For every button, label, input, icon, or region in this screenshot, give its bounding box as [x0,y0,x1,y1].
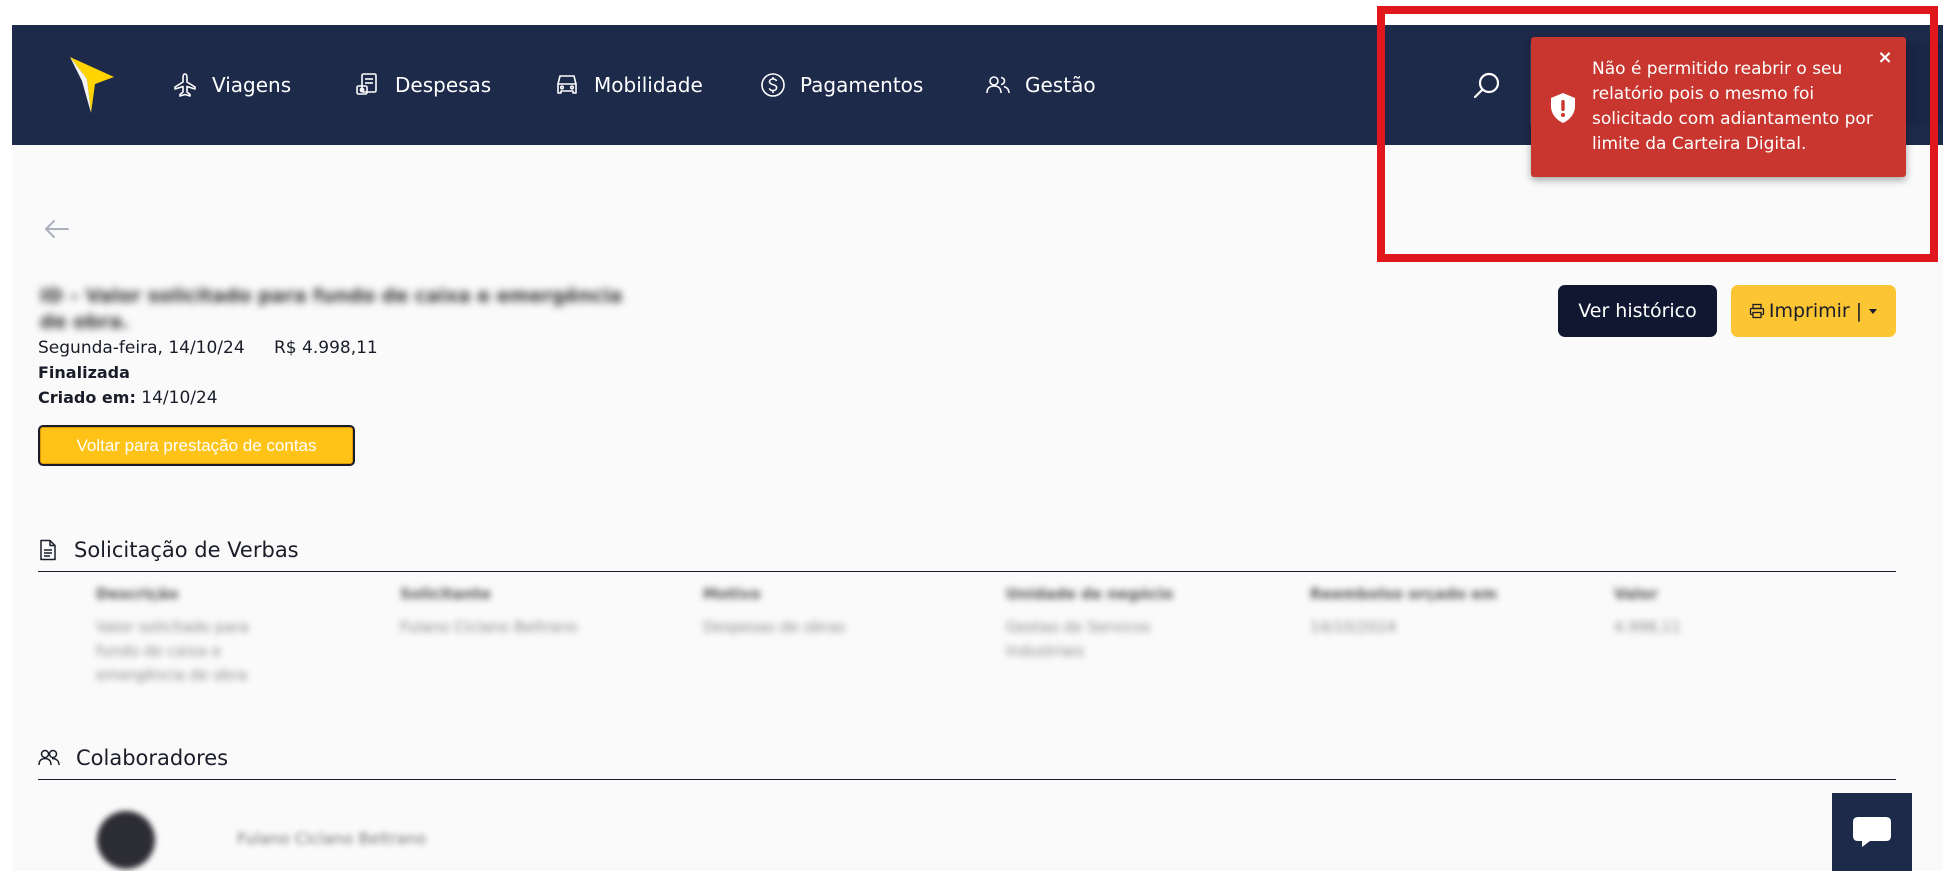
nav-item-gestao[interactable]: Gestão [985,67,1096,103]
users-icon [986,76,1010,94]
table-header: Unidade de negócio [1006,585,1174,603]
brand-logo-icon[interactable] [67,55,117,115]
table-column: Motivo Despesas de obras [703,585,923,639]
nav-item-pagamentos[interactable]: Pagamentos [760,67,923,103]
airplane-icon [174,73,196,97]
nav-label-despesas: Despesas [395,73,492,97]
table-header: Valor [1614,585,1658,603]
created-value: 14/10/24 [141,388,218,408]
nav-label-pagamentos: Pagamentos [800,73,924,97]
error-toast: Não é permitido reabrir o seu relatório … [1531,37,1906,177]
table-column: Reembolso orçado em 14/10/2024 [1310,585,1530,639]
table-header: Descrição [96,585,179,603]
back-arrow-icon[interactable] [42,217,72,241]
section-divider [38,779,1896,780]
car-icon [557,75,577,94]
collaborator-name: Fulano Ciclano Beltrano [237,829,427,848]
document-icon [40,539,56,561]
table-cell: Valor solicitado para fundo de caixa e e… [96,618,249,684]
table-column: Solicitante Fulano Ciclano Beltrano [400,585,620,639]
chat-widget-button[interactable] [1832,793,1912,871]
table-column: Unidade de negócio Gestao de Servicos In… [1006,585,1226,663]
table-cell: Fulano Ciclano Beltrano [400,618,578,636]
table-cell: Despesas de obras [703,618,846,636]
shield-alert-icon [1551,93,1575,123]
table-column: Descrição Valor solicitado para fundo de… [96,585,316,687]
print-dropdown-button[interactable]: Imprimir | [1731,285,1896,337]
nav-label-viagens: Viagens [212,73,292,97]
section-divider [38,571,1896,572]
collaborator-row: Fulano Ciclano Beltrano [97,811,557,871]
report-title: ID – Valor solicitado para fundo de caix… [40,285,623,333]
nav-item-viagens[interactable]: Viagens [172,67,291,103]
table-cell: Gestao de Servicos Industriais [1006,618,1151,660]
users-icon [38,749,60,766]
section-verbas-title: Solicitação de Verbas [38,538,299,562]
nav-item-despesas[interactable]: Despesas [355,67,491,103]
print-label: Imprimir | [1768,300,1863,322]
report-created: Criado em: 14/10/24 [38,388,218,408]
caret-down-icon [1869,309,1878,314]
section-colaboradores-title: Colaboradores [38,746,228,770]
section-verbas-label: Solicitação de Verbas [74,538,299,562]
verbas-table: Descrição Valor solicitado para fundo de… [38,585,1896,705]
back-to-accounts-button[interactable]: Voltar para prestação de contas [38,425,355,466]
chat-bubble-icon [1853,817,1891,847]
close-icon[interactable]: × [1876,49,1894,67]
printer-icon [1749,303,1764,319]
table-cell: 14/10/2024 [1310,618,1397,636]
report-date: Segunda-feira, 14/10/24 [38,338,245,358]
report-status: Finalizada [38,363,130,382]
avatar [97,811,155,869]
view-history-button[interactable]: Ver histórico [1558,285,1717,337]
search-icon[interactable] [1470,69,1504,103]
table-header: Reembolso orçado em [1310,585,1497,603]
section-colaboradores-label: Colaboradores [76,746,229,770]
nav-label-gestao: Gestão [1025,73,1096,97]
nav-item-mobilidade[interactable]: Mobilidade [554,67,703,103]
table-header: Motivo [703,585,761,603]
table-column: Valor 4.998,11 [1614,585,1834,639]
dollar-coin-icon [761,73,785,97]
table-header: Solicitante [400,585,491,603]
nav-label-mobilidade: Mobilidade [594,73,703,97]
report-amount: R$ 4.998,11 [274,338,378,358]
toast-message: Não é permitido reabrir o seu relatório … [1592,59,1873,154]
created-label: Criado em: [38,388,136,407]
table-cell: 4.998,11 [1614,618,1681,636]
receipt-icon [356,73,377,95]
